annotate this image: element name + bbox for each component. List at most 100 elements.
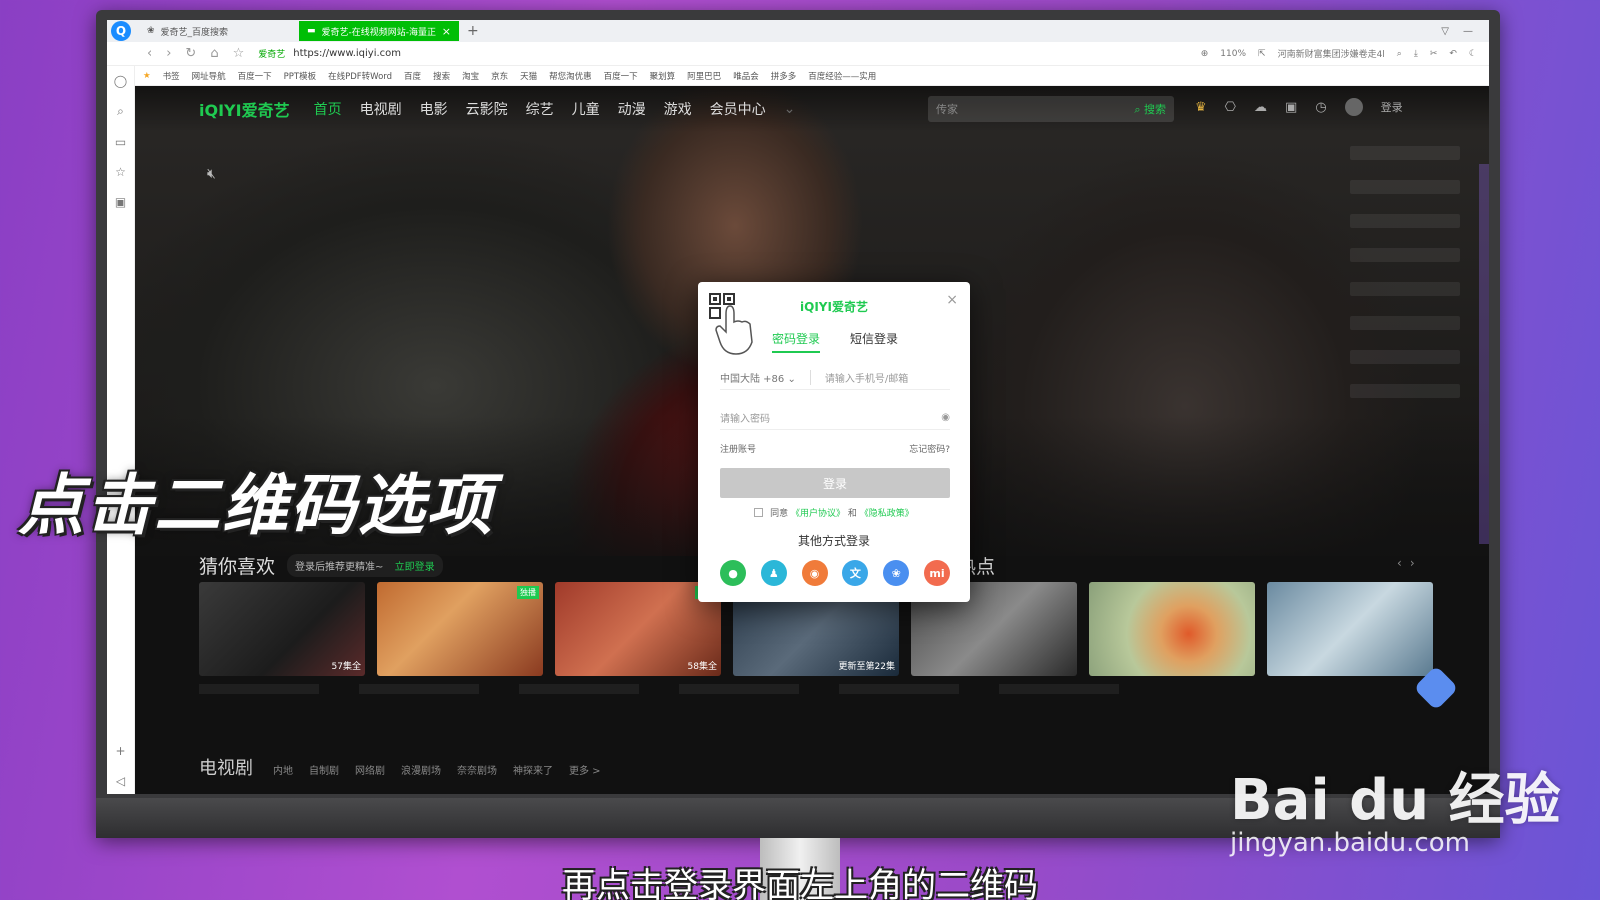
list-item[interactable] xyxy=(1350,214,1460,228)
login-button[interactable]: 登录 xyxy=(720,468,950,498)
bookmark-item[interactable]: 拼多多 xyxy=(771,70,797,82)
close-icon[interactable]: × xyxy=(946,292,958,308)
nav-item-cinema[interactable]: 云影院 xyxy=(466,99,508,119)
new-tab-button[interactable]: + xyxy=(467,23,479,39)
tv-tag[interactable]: 更多 > xyxy=(569,762,601,777)
chevron-down-icon[interactable]: ⌄ xyxy=(784,101,796,117)
list-item[interactable] xyxy=(1350,248,1460,262)
baidu-wenku-icon[interactable]: 文 xyxy=(842,560,869,586)
bookmark-item[interactable]: 网址导航 xyxy=(192,70,226,82)
star-icon[interactable]: ☆ xyxy=(115,165,126,179)
zoom-icon[interactable]: ⊕ xyxy=(1201,49,1209,59)
undo-icon[interactable]: ↶ xyxy=(1449,49,1457,59)
home-icon[interactable]: ⌂ xyxy=(210,46,218,61)
avatar[interactable] xyxy=(1344,98,1363,116)
tab-close-icon[interactable]: × xyxy=(442,25,451,38)
bookmark-item[interactable]: 唯品会 xyxy=(733,70,759,82)
baidu-paw-icon[interactable]: ❀ xyxy=(883,560,910,586)
thumb-title[interactable] xyxy=(679,684,799,694)
list-item[interactable] xyxy=(1350,282,1460,296)
bookmark-item[interactable]: 搜索 xyxy=(433,70,450,82)
bookmark-item[interactable]: 阿里巴巴 xyxy=(687,70,721,82)
back-icon[interactable]: ‹ xyxy=(147,46,152,61)
nav-item-variety[interactable]: 综艺 xyxy=(526,99,554,119)
tv-tag[interactable]: 自制剧 xyxy=(309,762,339,777)
tv-tag[interactable]: 网络剧 xyxy=(355,762,385,777)
header-login-link[interactable]: 登录 xyxy=(1381,99,1403,115)
favorite-star-icon[interactable]: ☆ xyxy=(233,46,245,61)
register-link[interactable]: 注册账号 xyxy=(720,442,756,455)
forward-icon[interactable]: › xyxy=(166,46,171,61)
nav-item-tv[interactable]: 电视剧 xyxy=(360,99,402,119)
qq-icon[interactable]: ♟ xyxy=(760,560,787,586)
user-agreement-link[interactable]: 《用户协议》 xyxy=(791,509,845,519)
bookmark-item[interactable]: 淘宝 xyxy=(462,70,479,82)
refresh-icon[interactable]: ↻ xyxy=(185,46,196,61)
mute-icon[interactable]: 🔇︎ xyxy=(207,166,216,182)
weibo-icon[interactable]: ◉ xyxy=(801,560,828,586)
privacy-link[interactable]: 《隐私政策》 xyxy=(860,509,914,519)
minimize-icon[interactable]: — xyxy=(1463,26,1473,37)
search-input[interactable]: 传家 ⌕ 搜索 xyxy=(928,96,1174,122)
tab-password-login[interactable]: 密码登录 xyxy=(772,330,821,353)
nav-item-anime[interactable]: 动漫 xyxy=(618,99,646,119)
video-thumb[interactable]: 独播 58集全 xyxy=(555,582,721,676)
tv-tag[interactable]: 奈奈剧场 xyxy=(457,762,497,777)
bookmark-item[interactable]: 天猫 xyxy=(520,70,537,82)
nav-item-kids[interactable]: 儿童 xyxy=(572,99,600,119)
screen-icon[interactable]: ▣ xyxy=(1285,100,1297,115)
crown-icon[interactable]: ♛ xyxy=(1195,100,1207,115)
gamepad-icon[interactable]: ⎔ xyxy=(1225,100,1236,115)
nav-item-home[interactable]: 首页 xyxy=(314,99,342,119)
night-mode-icon[interactable]: ☾ xyxy=(1469,49,1477,59)
prev-arrow-icon[interactable]: ‹ xyxy=(1397,556,1402,570)
thumb-title[interactable] xyxy=(519,684,639,694)
thumb-title[interactable] xyxy=(839,684,959,694)
bookmark-item[interactable]: 书签 xyxy=(163,70,180,82)
tv-tag[interactable]: 神探来了 xyxy=(513,762,553,777)
bookmark-item[interactable]: 百度经验——实用 xyxy=(808,70,876,82)
nav-item-movie[interactable]: 电影 xyxy=(420,99,448,119)
video-thumb[interactable]: 独播 xyxy=(377,582,543,676)
list-item[interactable] xyxy=(1350,180,1460,194)
history-icon[interactable]: ◷ xyxy=(1315,100,1326,115)
scissors-icon[interactable]: ✂ xyxy=(1430,49,1438,59)
search-button[interactable]: ⌕ 搜索 xyxy=(1134,101,1166,117)
bookmark-item[interactable]: 聚划算 xyxy=(650,70,676,82)
login-now-link[interactable]: 立即登录 xyxy=(395,562,435,573)
bookmark-item[interactable]: 百度 xyxy=(404,70,421,82)
list-item[interactable] xyxy=(1350,350,1460,364)
eye-icon[interactable]: ◉ xyxy=(941,412,950,423)
forgot-password-link[interactable]: 忘记密码? xyxy=(909,442,950,455)
password-field[interactable]: 请输入密码 ◉ xyxy=(720,406,950,430)
bookmark-item[interactable]: 百度一下 xyxy=(238,70,272,82)
tv-tag[interactable]: 浪漫剧场 xyxy=(401,762,441,777)
bookmark-item[interactable]: 百度一下 xyxy=(604,70,638,82)
thumb-title[interactable] xyxy=(359,684,479,694)
video-thumb[interactable]: 57集全 xyxy=(199,582,365,676)
chat-icon[interactable]: ◯ xyxy=(114,74,127,88)
wechat-icon[interactable]: ● xyxy=(720,560,746,586)
country-code-select[interactable]: 中国大陆 +86 ⌄ xyxy=(720,370,811,385)
list-item[interactable] xyxy=(1350,384,1460,398)
download-icon[interactable]: ⤓ xyxy=(1414,49,1418,59)
search-icon[interactable]: ⌕ xyxy=(117,104,124,119)
nav-item-games[interactable]: 游戏 xyxy=(664,99,692,119)
translate-icon[interactable]: ▣ xyxy=(115,195,126,209)
collapse-icon[interactable]: ◁ xyxy=(116,774,125,788)
bookmark-item[interactable]: 帮您淘优惠 xyxy=(549,70,592,82)
nav-item-vip[interactable]: 会员中心 xyxy=(710,99,766,119)
scrollbar[interactable] xyxy=(1479,164,1489,544)
thumb-title[interactable] xyxy=(999,684,1119,694)
tv-tag[interactable]: 内地 xyxy=(273,762,293,777)
browser-logo-icon[interactable]: Q xyxy=(111,21,131,41)
next-arrow-icon[interactable]: › xyxy=(1410,556,1415,570)
bookmark-item[interactable]: PPT模板 xyxy=(284,70,316,82)
video-thumb[interactable] xyxy=(1267,582,1433,676)
book-icon[interactable]: ▭ xyxy=(115,135,126,149)
tab-baidu-search[interactable]: ❀ 爱奇艺_百度搜索 xyxy=(139,21,299,41)
add-icon[interactable]: + xyxy=(115,744,125,758)
url-input[interactable]: https://www.iqiyi.com xyxy=(293,48,401,59)
news-ticker[interactable]: 河南新财富集团涉嫌卷走4l xyxy=(1278,47,1385,60)
list-item[interactable] xyxy=(1350,316,1460,330)
